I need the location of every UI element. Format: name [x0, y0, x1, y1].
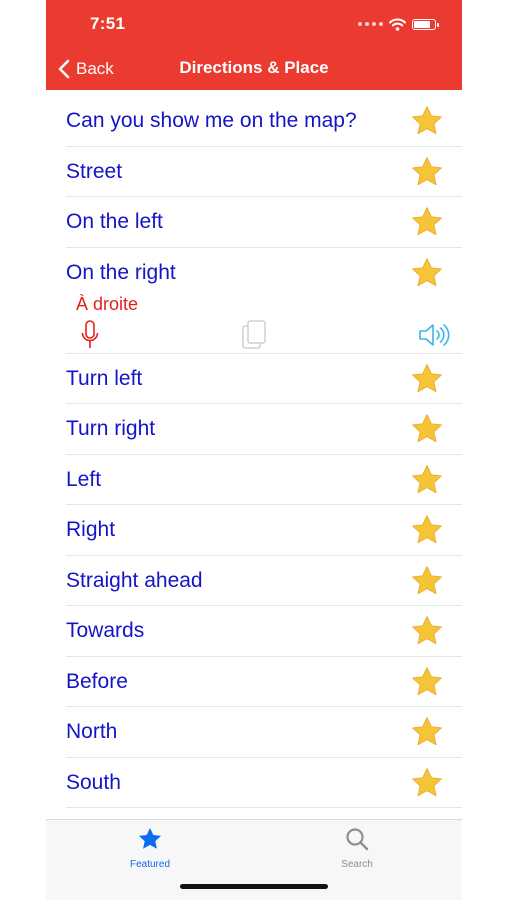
- list-item[interactable]: Turn right: [46, 404, 462, 455]
- copy-icon: [242, 319, 266, 349]
- phrase-text: Towards: [66, 619, 145, 642]
- list-item[interactable]: Turn left: [46, 354, 462, 405]
- phrase-list: Can you show me on the map? Street On th…: [46, 96, 462, 808]
- phrase-text: On the right: [66, 260, 176, 284]
- favorite-star-icon[interactable]: [410, 766, 444, 800]
- list-item[interactable]: On the left: [46, 197, 462, 248]
- phrase-text: Can you show me on the map?: [66, 109, 357, 132]
- phrase-text: Before: [66, 669, 128, 693]
- record-button[interactable]: [75, 318, 105, 352]
- favorite-star-icon[interactable]: [410, 463, 444, 497]
- favorite-star-icon[interactable]: [410, 256, 444, 290]
- app-screen: 7:51 Back Directions & Place Can you sho…: [46, 0, 462, 900]
- speaker-icon: [419, 323, 450, 346]
- star-icon: [138, 827, 162, 849]
- list-item[interactable]: Left: [46, 455, 462, 506]
- favorite-star-icon[interactable]: [410, 665, 444, 699]
- favorite-star-icon[interactable]: [410, 205, 444, 239]
- phrase-text: Right: [66, 518, 116, 541]
- favorite-star-icon[interactable]: [410, 564, 444, 598]
- list-item[interactable]: Can you show me on the map?: [46, 96, 462, 147]
- favorite-star-icon[interactable]: [410, 715, 444, 749]
- home-indicator: [180, 884, 328, 889]
- wifi-icon: [389, 18, 406, 31]
- list-item[interactable]: Towards: [46, 606, 462, 657]
- navigation-header: 7:51 Back Directions & Place: [46, 0, 462, 90]
- favorite-star-icon[interactable]: [410, 412, 444, 446]
- phrase-text: Street: [66, 159, 123, 183]
- battery-icon: [412, 18, 439, 30]
- magnifier-icon: [346, 828, 369, 851]
- status-icons: [358, 14, 439, 34]
- list-item[interactable]: Street: [46, 147, 462, 198]
- phrase-text: On the left: [66, 210, 163, 233]
- copy-button[interactable]: [239, 318, 269, 352]
- page-title: Directions & Place: [179, 58, 329, 77]
- phrase-text: Left: [66, 467, 102, 491]
- translation-text: À droite: [76, 293, 139, 314]
- status-time: 7:51: [90, 14, 126, 33]
- microphone-icon: [81, 319, 99, 348]
- tab-featured[interactable]: Featured: [90, 826, 210, 870]
- cellular-signal-icon: [358, 22, 383, 26]
- favorite-star-icon[interactable]: [410, 155, 444, 189]
- favorite-star-icon[interactable]: [410, 362, 444, 396]
- list-item[interactable]: Straight ahead: [46, 556, 462, 607]
- tab-search[interactable]: Search: [297, 826, 417, 870]
- phrase-text: North: [66, 720, 118, 743]
- phrase-text: South: [66, 770, 121, 794]
- list-item[interactable]: Before: [46, 657, 462, 708]
- phrase-text: Turn left: [66, 366, 143, 390]
- tab-label: Search: [341, 859, 373, 870]
- tab-label: Featured: [129, 859, 171, 870]
- favorite-star-icon[interactable]: [410, 614, 444, 648]
- favorite-star-icon[interactable]: [410, 104, 444, 138]
- list-item[interactable]: Right: [46, 505, 462, 556]
- list-item[interactable]: North: [46, 707, 462, 758]
- phrase-text: Straight ahead: [66, 568, 203, 592]
- phrase-text: Turn right: [66, 417, 156, 440]
- list-item-expanded[interactable]: On the right À droite: [46, 248, 462, 354]
- favorite-star-icon[interactable]: [410, 513, 444, 547]
- play-audio-button[interactable]: [417, 318, 453, 352]
- list-item[interactable]: South: [46, 758, 462, 809]
